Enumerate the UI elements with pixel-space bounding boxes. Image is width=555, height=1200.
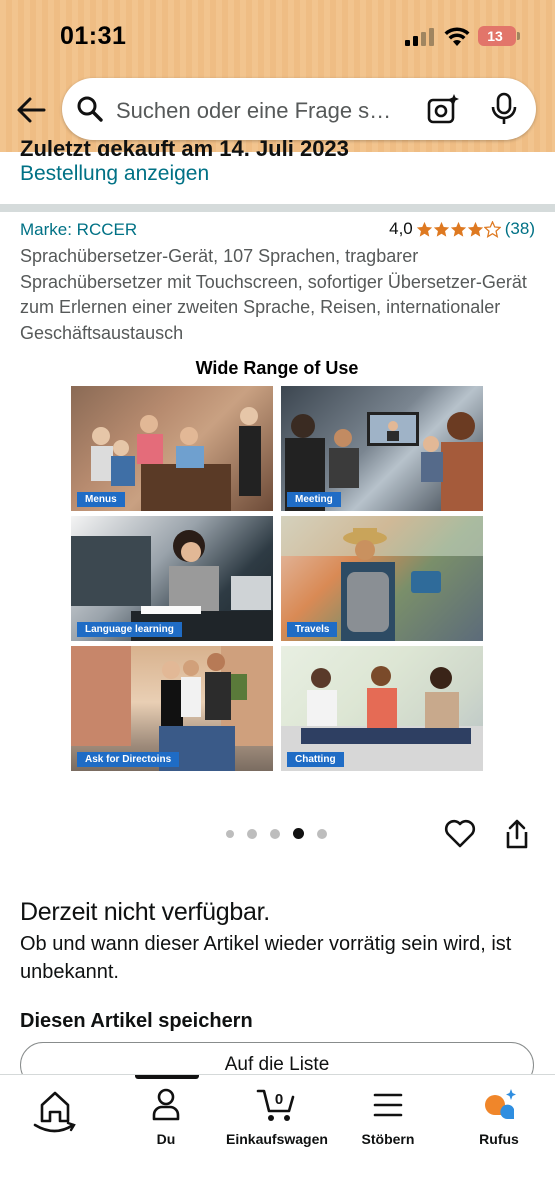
star-full-icon [433,221,449,237]
availability-status: Derzeit nicht verfügbar. [20,898,270,926]
cart-icon: 0 [256,1089,295,1121]
active-tab-indicator [135,1075,199,1079]
rating-count: (38) [504,219,535,238]
carousel-dot[interactable] [247,828,257,839]
carousel-dot[interactable] [226,829,234,838]
search-bar[interactable]: Suchen oder eine Frage s… [62,78,536,140]
star-empty-icon [483,220,501,238]
cellular-signal-icon [405,28,435,46]
app-header: 01:31 13 Suchen oder eine Frage s… [0,0,555,152]
star-full-icon [416,221,432,237]
tile-label: Meeting [287,492,341,507]
back-arrow-icon[interactable] [14,92,50,128]
image-tile-ask-for-directions: Ask for Directoins [71,646,273,771]
image-tile-chatting: Chatting [281,646,483,771]
tile-label: Language learning [77,622,182,637]
bottom-navigation: Du 0 Einkaufswagen Stöbern Rufus [0,1074,555,1200]
image-heading: Wide Range of Use [195,358,359,378]
camera-search-icon[interactable] [426,92,460,126]
image-tile-travels: Travels [281,516,483,641]
tile-label: Travels [287,622,338,637]
rufus-assistant-icon [485,1089,516,1119]
status-time: 01:31 [60,22,127,50]
image-tile-meeting: Meeting [281,386,483,511]
product-image[interactable]: Wide Range of Use Menus Meeting Language… [70,354,484,774]
tile-label: Chatting [287,752,344,767]
image-tile-language-learning: Language learning [71,516,273,641]
menu-icon [373,1093,403,1117]
battery-icon: 13 [478,26,520,46]
nav-rufus[interactable]: Rufus [444,1085,554,1165]
nav-you[interactable]: Du [111,1085,221,1165]
search-icon [77,96,103,122]
rating-summary[interactable]: 4,0 (38) [389,219,535,239]
microphone-icon[interactable] [490,92,518,126]
wishlist-heart-icon[interactable] [444,818,476,850]
wifi-icon [444,27,470,46]
save-item-heading: Diesen Artikel speichern [20,1010,253,1032]
home-icon [33,1091,76,1133]
status-bar: 01:31 13 [0,0,555,70]
tile-label: Ask for Directoins [77,752,180,767]
share-icon[interactable] [503,818,531,850]
tile-label: Menus [77,492,125,507]
image-tile-menus: Menus [71,386,273,511]
nav-home[interactable] [0,1085,110,1165]
view-order-link[interactable]: Bestellung anzeigen [20,162,209,186]
search-input[interactable]: Suchen oder eine Frage s… [116,98,416,124]
nav-browse-label: Stöbern [361,1131,415,1147]
last-purchased-text: Zuletzt gekauft am 14. Juli 2023 [20,136,349,156]
image-carousel-dots[interactable] [226,828,340,839]
nav-rufus-label: Rufus [479,1131,519,1147]
cart-count: 0 [275,1091,283,1108]
nav-you-label: Du [156,1131,176,1147]
availability-description: Ob und wann dieser Artikel wieder vorrät… [20,933,512,983]
star-full-icon [467,221,483,237]
nav-cart-label: Einkaufswagen [226,1131,328,1147]
person-icon [152,1088,180,1121]
nav-cart[interactable]: 0 Einkaufswagen [222,1085,332,1165]
brand-link[interactable]: Marke: RCCER [20,220,137,240]
nav-browse[interactable]: Stöbern [333,1085,443,1165]
section-divider [0,204,555,212]
carousel-dot[interactable] [317,828,327,839]
star-full-icon [450,221,466,237]
carousel-dot-active[interactable] [293,828,304,839]
star-rating [416,220,501,238]
carousel-dot[interactable] [270,828,280,839]
rating-value: 4,0 [389,219,413,238]
product-title: Sprachübersetzer-Gerät, 107 Sprachen, tr… [20,246,527,343]
